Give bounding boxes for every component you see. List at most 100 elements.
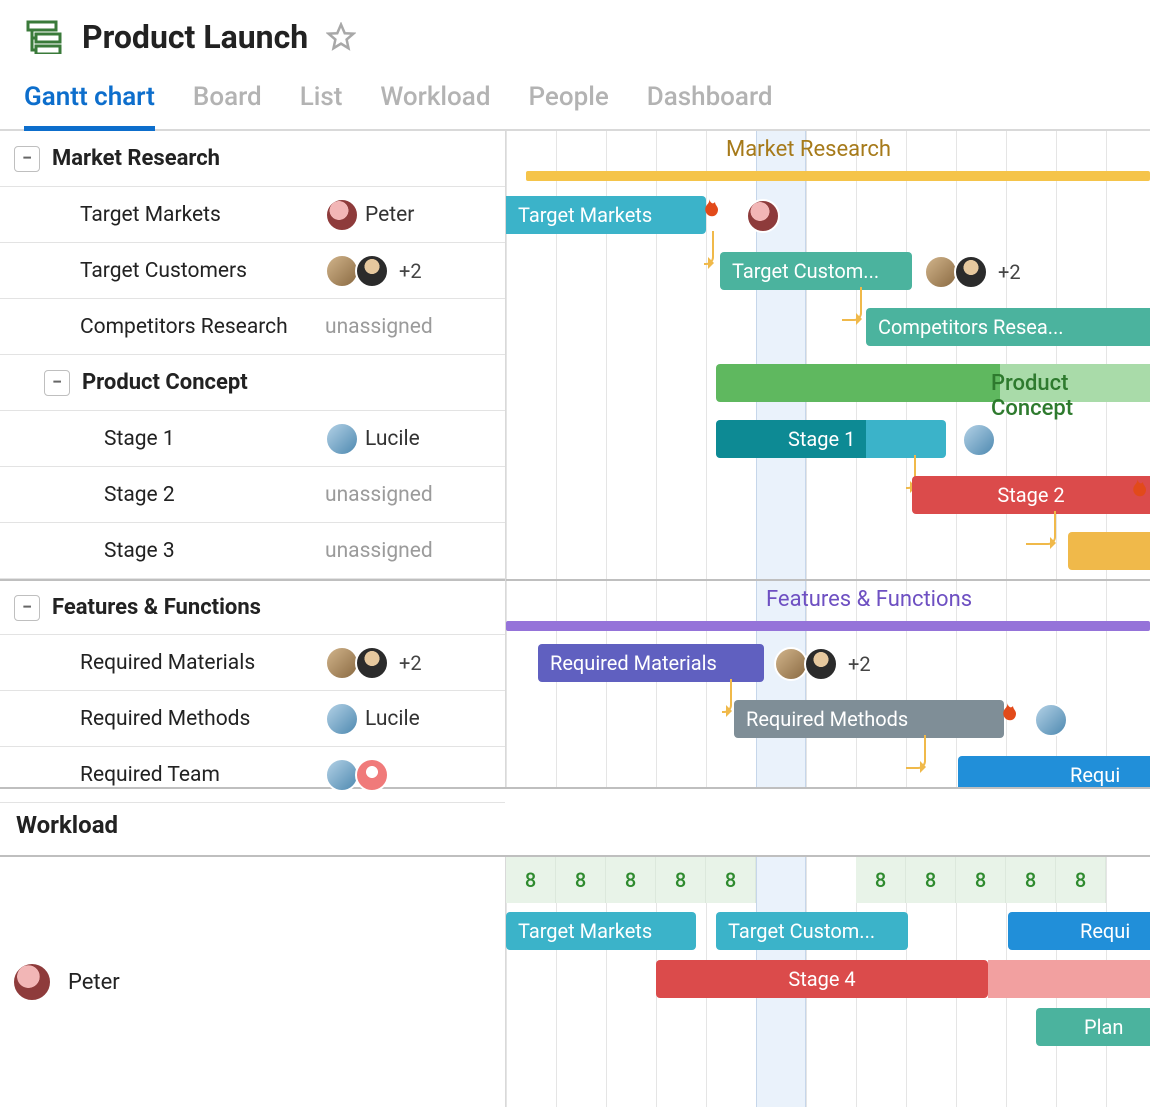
collapse-icon[interactable]: −	[14, 146, 40, 172]
group-row-product-concept[interactable]: − Product Concept	[0, 355, 505, 411]
view-tabs: Gantt chart Board List Workload People D…	[0, 64, 1150, 131]
task-assignees[interactable]: Peter	[325, 198, 505, 232]
tab-workload[interactable]: Workload	[380, 82, 490, 129]
task-assignees[interactable]: unassigned	[325, 483, 505, 507]
workload-bar-label: Requi	[1080, 919, 1130, 943]
avatar-icon	[1034, 703, 1068, 737]
task-list-panel: − Market Research Target Markets Peter T…	[0, 131, 506, 787]
capacity-cell: 8	[506, 857, 556, 903]
avatar-icon	[325, 646, 359, 680]
avatar-icon	[325, 702, 359, 736]
capacity-cell: 8	[1056, 857, 1106, 903]
tab-gantt-chart[interactable]: Gantt chart	[24, 82, 155, 131]
task-bar[interactable]: Requi	[958, 756, 1150, 787]
bar-trail	[962, 423, 996, 457]
assignee-text: Lucile	[365, 707, 420, 731]
gantt-group-row: Market Research	[506, 131, 1150, 187]
task-row[interactable]: Stage 3 unassigned	[0, 523, 505, 579]
favorite-star-icon[interactable]	[326, 22, 356, 52]
collapse-icon[interactable]: −	[44, 370, 70, 396]
task-bar-label: Stage 2	[997, 483, 1064, 507]
task-assignees[interactable]: unassigned	[325, 315, 505, 339]
workload-bar[interactable]: Target Markets	[506, 912, 696, 950]
task-row[interactable]: Competitors Research unassigned	[0, 299, 505, 355]
task-bar-label: Competitors Resea...	[878, 315, 1064, 339]
fire-icon	[1126, 479, 1150, 511]
task-bar[interactable]: Target Custom...	[720, 252, 912, 290]
task-name: Stage 2	[104, 483, 313, 507]
capacity-cell: 8	[606, 857, 656, 903]
task-row[interactable]: Target Markets Peter	[0, 187, 505, 243]
gantt-chart-panel[interactable]: Market Research Target Markets Target Cu…	[506, 131, 1150, 787]
task-name: Stage 3	[104, 539, 313, 563]
task-assignees[interactable]: +2	[325, 254, 505, 288]
task-bar[interactable]: Target Markets	[506, 196, 706, 234]
avatar-icon	[954, 255, 988, 289]
extra-count: +2	[399, 259, 422, 283]
avatar-icon	[804, 647, 838, 681]
avatar-icon	[355, 254, 389, 288]
avatar-icon	[325, 254, 359, 288]
workload-bar[interactable]: Plan	[1036, 1008, 1150, 1046]
task-row[interactable]: Target Customers +2	[0, 243, 505, 299]
gantt-task-row: Required Methods	[506, 691, 1150, 747]
task-row[interactable]: Stage 2 unassigned	[0, 467, 505, 523]
group-row-market-research[interactable]: − Market Research	[0, 131, 505, 187]
gantt-task-row: Target Markets	[506, 187, 1150, 243]
group-bar-label: Market Research	[726, 137, 891, 162]
task-bar-label: Required Materials	[550, 651, 717, 675]
group-bar[interactable]	[506, 621, 1150, 631]
capacity-cell: 8	[906, 857, 956, 903]
workload-bar-tail[interactable]	[988, 960, 1150, 998]
task-bar-label: Target Markets	[518, 203, 652, 227]
avatar-icon	[355, 758, 389, 792]
task-bar[interactable]: Required Methods	[734, 700, 1004, 738]
avatar-icon	[325, 198, 359, 232]
task-bar[interactable]: Required Materials	[538, 644, 764, 682]
avatar-icon	[746, 199, 780, 233]
capacity-cell: 8	[556, 857, 606, 903]
bar-trail: +2	[774, 647, 871, 681]
task-bar[interactable]: Competitors Resea...	[866, 308, 1150, 346]
task-bar[interactable]	[1068, 532, 1150, 570]
capacity-row: 8 8 8 8 8 8 8 8 8 8	[506, 857, 1150, 903]
group-bar[interactable]	[526, 171, 1150, 181]
extra-count: +2	[998, 260, 1021, 284]
task-assignees[interactable]: Lucile	[325, 422, 505, 456]
task-assignees[interactable]	[325, 758, 505, 792]
tab-board[interactable]: Board	[193, 82, 262, 129]
workload-bar[interactable]: Requi	[1008, 912, 1150, 950]
workload-person-row[interactable]: Peter	[0, 857, 506, 1107]
task-assignees[interactable]: +2	[325, 646, 505, 680]
capacity-gap	[756, 857, 856, 903]
gantt-task-row: Stage 2	[506, 467, 1150, 523]
workload-bar[interactable]: Target Custom...	[716, 912, 908, 950]
task-bar[interactable]: Stage 2	[912, 476, 1150, 514]
tab-list[interactable]: List	[300, 82, 343, 129]
group-name: Product Concept	[82, 370, 505, 395]
assignee-text: unassigned	[325, 315, 433, 339]
workload-bar[interactable]: Stage 4	[656, 960, 988, 998]
workload-person-name: Peter	[68, 970, 120, 995]
task-row[interactable]: Required Team	[0, 747, 505, 803]
task-name: Required Team	[80, 763, 313, 787]
task-assignees[interactable]: Lucile	[325, 702, 505, 736]
bar-trail: +2	[924, 255, 1021, 289]
task-bar[interactable]: Stage 1	[716, 420, 946, 458]
gantt-group-row: Product Concept	[506, 355, 1150, 411]
avatar-icon	[12, 962, 52, 1002]
task-row[interactable]: Stage 1 Lucile	[0, 411, 505, 467]
tab-people[interactable]: People	[528, 82, 608, 129]
avatar-icon	[355, 646, 389, 680]
workload-chart[interactable]: 8 8 8 8 8 8 8 8 8 8 Target Markets Targe…	[506, 857, 1150, 1107]
collapse-icon[interactable]: −	[14, 595, 40, 621]
tab-dashboard[interactable]: Dashboard	[647, 82, 773, 129]
page-header: Product Launch	[0, 0, 1150, 64]
avatar-icon	[962, 423, 996, 457]
capacity-cell: 8	[956, 857, 1006, 903]
task-row[interactable]: Required Materials +2	[0, 635, 505, 691]
task-assignees[interactable]: unassigned	[325, 539, 505, 563]
capacity-cell: 8	[1006, 857, 1056, 903]
task-row[interactable]: Required Methods Lucile	[0, 691, 505, 747]
group-row-features-functions[interactable]: − Features & Functions	[0, 579, 505, 635]
